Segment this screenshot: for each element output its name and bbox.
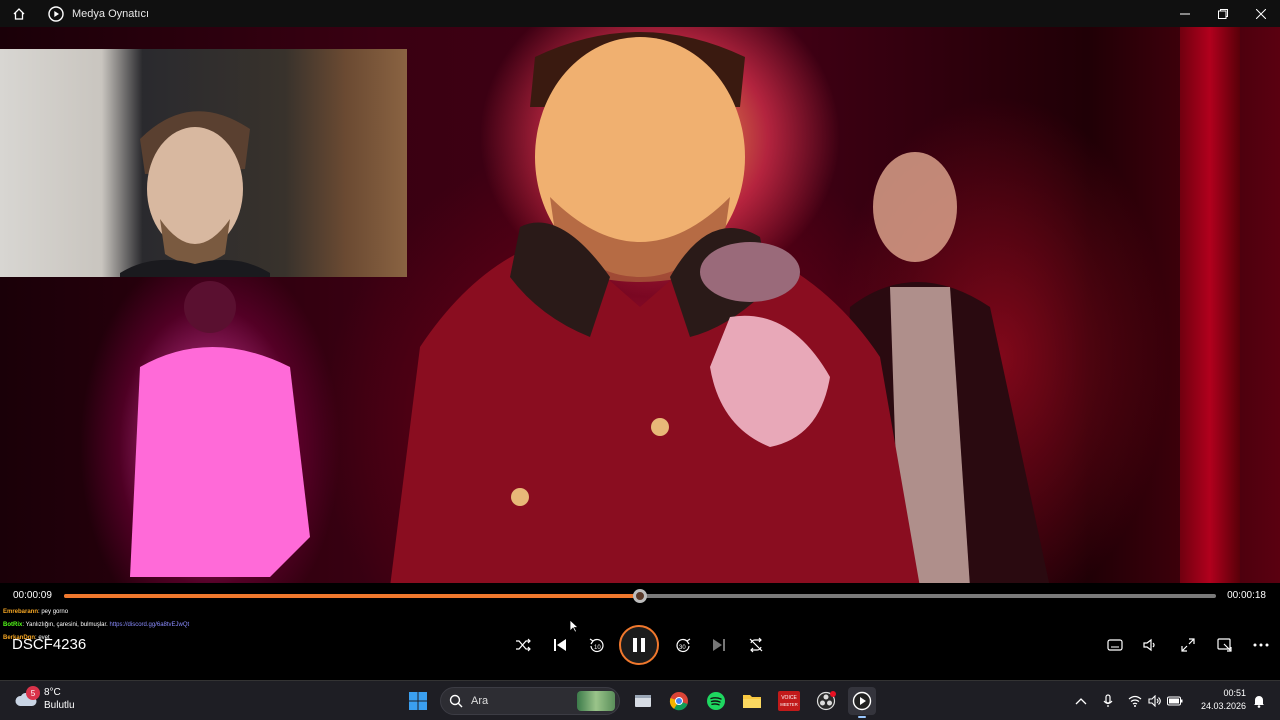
system-clock[interactable]: 00:51 24.03.2026 — [1201, 687, 1246, 713]
mini-player-icon — [1217, 638, 1232, 652]
volume-icon — [1143, 638, 1155, 652]
search-highlight-image — [577, 691, 615, 711]
search-input[interactable] — [471, 695, 561, 707]
video-person-left — [130, 281, 310, 577]
chevron-up-icon — [1075, 698, 1087, 705]
taskbar-app-file-explorer[interactable] — [738, 687, 766, 715]
webcam-overlay — [0, 49, 407, 277]
fullscreen-button[interactable] — [1173, 630, 1203, 660]
shuffle-icon — [516, 638, 531, 652]
seek-bar-thumb[interactable] — [633, 589, 647, 603]
search-icon — [449, 694, 463, 708]
rewind-10-button[interactable]: 10 — [582, 630, 612, 660]
notification-center-button[interactable] — [1248, 689, 1270, 713]
weather-badge: 5 — [26, 686, 40, 700]
svg-text:30: 30 — [679, 645, 686, 651]
taskbar-app-task-view[interactable] — [629, 687, 657, 715]
voicemeeter-icon: VOICEMEETER — [778, 691, 800, 711]
previous-button[interactable] — [545, 630, 575, 660]
home-icon — [13, 7, 25, 20]
pause-icon — [633, 638, 645, 652]
fullscreen-icon — [1181, 638, 1195, 652]
obs-icon — [816, 691, 836, 711]
video-person-main — [390, 32, 920, 583]
volume-tray[interactable] — [1144, 689, 1166, 713]
video-background-pillar — [1180, 27, 1240, 583]
weather-widget[interactable]: 5 8°C Bulutlu — [14, 686, 75, 712]
volume-button[interactable] — [1135, 630, 1165, 660]
taskbar-app-voicemeeter[interactable]: VOICE MEETER — [775, 687, 803, 715]
repeat-button[interactable] — [741, 630, 771, 660]
taskbar-app-media-player[interactable] — [848, 687, 876, 718]
minimize-icon — [1180, 13, 1190, 14]
total-time: 00:00:18 — [1227, 590, 1266, 601]
taskbar-app-spotify[interactable] — [702, 687, 730, 715]
home-button[interactable] — [0, 0, 38, 27]
next-button[interactable] — [704, 630, 734, 660]
mouse-cursor-icon — [569, 619, 579, 633]
windows-taskbar: 5 8°C Bulutlu VOICEMEETER — [0, 680, 1280, 720]
microphone-tray[interactable] — [1097, 689, 1119, 713]
chat-message: Emrebarann: pey gorno — [3, 606, 255, 619]
seek-bar-progress — [64, 594, 640, 598]
battery-tray[interactable] — [1164, 689, 1186, 713]
forward-30-button[interactable]: 30 — [668, 630, 698, 660]
media-player-icon — [48, 5, 64, 22]
maximize-button[interactable] — [1204, 0, 1242, 27]
chat-text: : pey gorno — [38, 609, 69, 615]
rewind-10-icon: 10 — [589, 638, 604, 653]
subtitles-icon — [1107, 639, 1123, 651]
file-explorer-window-icon — [635, 695, 651, 707]
svg-text:MEETER: MEETER — [780, 702, 797, 707]
network-tray[interactable] — [1124, 689, 1146, 713]
forward-30-icon: 30 — [676, 638, 691, 653]
window-title: Medya Oynatıcı — [72, 7, 150, 20]
taskbar-app-chrome[interactable] — [665, 687, 693, 715]
mini-player-button[interactable] — [1210, 630, 1240, 660]
show-hidden-icons-button[interactable] — [1070, 689, 1092, 713]
active-app-indicator — [858, 716, 866, 718]
maximize-icon — [1218, 8, 1228, 19]
battery-icon — [1167, 696, 1183, 706]
previous-icon — [554, 639, 566, 651]
clock-time: 00:51 — [1223, 688, 1246, 698]
notification-icon — [1254, 696, 1264, 708]
folder-icon — [743, 695, 761, 708]
wifi-icon — [1128, 695, 1142, 707]
taskbar-search[interactable] — [440, 687, 620, 715]
speaker-icon — [1148, 695, 1161, 707]
pause-button[interactable] — [619, 625, 659, 665]
clock-date: 24.03.2026 — [1200, 701, 1246, 711]
taskbar-app-obs[interactable] — [812, 687, 840, 715]
windows-start-icon — [409, 692, 427, 710]
playback-controls: 10 30 — [0, 620, 1280, 670]
subtitles-button[interactable] — [1100, 630, 1130, 660]
more-icon — [1253, 643, 1269, 647]
weather-temperature: 8°C — [44, 687, 61, 698]
svg-text:10: 10 — [594, 645, 601, 651]
media-player-icon — [852, 691, 872, 711]
webcam-person — [120, 111, 270, 277]
chat-username: Emrebarann — [3, 609, 39, 615]
seek-bar[interactable] — [64, 589, 1216, 603]
spotify-icon — [707, 692, 725, 710]
close-button[interactable] — [1242, 0, 1280, 27]
chrome-icon — [669, 692, 688, 711]
title-bar: Medya Oynatıcı — [0, 0, 1280, 27]
current-time: 00:00:09 — [13, 590, 52, 601]
more-options-button[interactable] — [1246, 630, 1276, 660]
svg-text:VOICE: VOICE — [781, 695, 797, 701]
microphone-icon — [1103, 694, 1113, 707]
close-icon — [1256, 8, 1266, 19]
repeat-off-icon — [749, 637, 763, 653]
video-surface[interactable] — [0, 27, 1280, 583]
shuffle-button[interactable] — [508, 630, 538, 660]
next-icon — [713, 639, 725, 651]
weather-condition: Bulutlu — [44, 700, 75, 711]
minimize-button[interactable] — [1166, 0, 1204, 27]
start-button[interactable] — [404, 687, 432, 715]
